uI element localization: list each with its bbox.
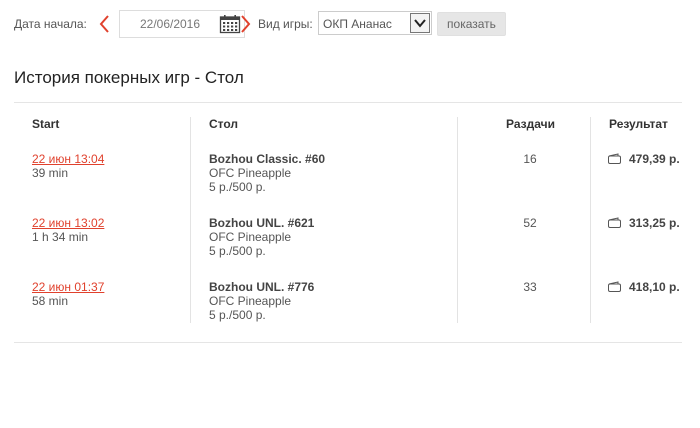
- game-type-label: Вид игры:: [258, 17, 313, 31]
- result-amount: 313,25 р.: [629, 216, 680, 230]
- wallet-icon: [608, 281, 621, 292]
- divider-top: [14, 102, 682, 103]
- game-start-link[interactable]: 22 июн 13:02: [32, 216, 104, 230]
- result-amount: 418,10 р.: [629, 280, 680, 294]
- game-duration: 58 min: [32, 294, 69, 308]
- filter-bar: Дата начала: Вид игры: ОКП Ананас п: [14, 10, 694, 38]
- hands-count: 16: [523, 152, 537, 166]
- hands-count: 33: [523, 280, 537, 294]
- chevron-right-icon[interactable]: [238, 14, 252, 34]
- stakes: 5 р./500 р.: [209, 180, 266, 194]
- header-table: Стол: [209, 117, 239, 131]
- chevron-left-icon[interactable]: [98, 14, 112, 34]
- wallet-icon: [608, 153, 621, 164]
- header-result: Результат: [609, 117, 668, 131]
- hands-count: 52: [523, 216, 537, 230]
- header-hands: Раздачи: [506, 117, 555, 131]
- wallet-icon: [608, 217, 621, 228]
- start-date-input[interactable]: [126, 11, 214, 37]
- game-duration: 1 h 34 min: [32, 230, 89, 244]
- game-type: OFC Pineapple: [209, 230, 292, 244]
- game-type: OFC Pineapple: [209, 294, 292, 308]
- start-date-field[interactable]: [119, 10, 245, 38]
- dropdown-button[interactable]: [410, 13, 430, 33]
- table-name: Bozhou UNL. #621: [209, 216, 315, 230]
- stakes: 5 р./500 р.: [209, 244, 266, 258]
- game-type-value: ОКП Ананас: [323, 17, 392, 31]
- divider-bottom: [14, 342, 682, 343]
- game-type: OFC Pineapple: [209, 166, 292, 180]
- game-start-link[interactable]: 22 июн 13:04: [32, 152, 104, 166]
- chevron-down-icon: [414, 19, 426, 28]
- table-name: Bozhou UNL. #776: [209, 280, 315, 294]
- start-date-label: Дата начала:: [14, 17, 87, 31]
- table-row: 22 июн 01:37 58 min Bozhou UNL. #776 OFC…: [0, 280, 700, 340]
- header-start: Start: [32, 117, 60, 131]
- game-type-select[interactable]: ОКП Ананас: [318, 11, 432, 35]
- result-amount: 479,39 р.: [629, 152, 680, 166]
- table-row: 22 июн 13:02 1 h 34 min Bozhou UNL. #621…: [0, 216, 700, 276]
- game-start-link[interactable]: 22 июн 01:37: [32, 280, 104, 294]
- page-title: История покерных игр - Стол: [14, 68, 244, 87]
- table-name: Bozhou Classic. #60: [209, 152, 326, 166]
- table-row: 22 июн 13:04 39 min Bozhou Classic. #60 …: [0, 152, 700, 212]
- game-duration: 39 min: [32, 166, 69, 180]
- show-button[interactable]: показать: [437, 12, 506, 36]
- stakes: 5 р./500 р.: [209, 308, 266, 322]
